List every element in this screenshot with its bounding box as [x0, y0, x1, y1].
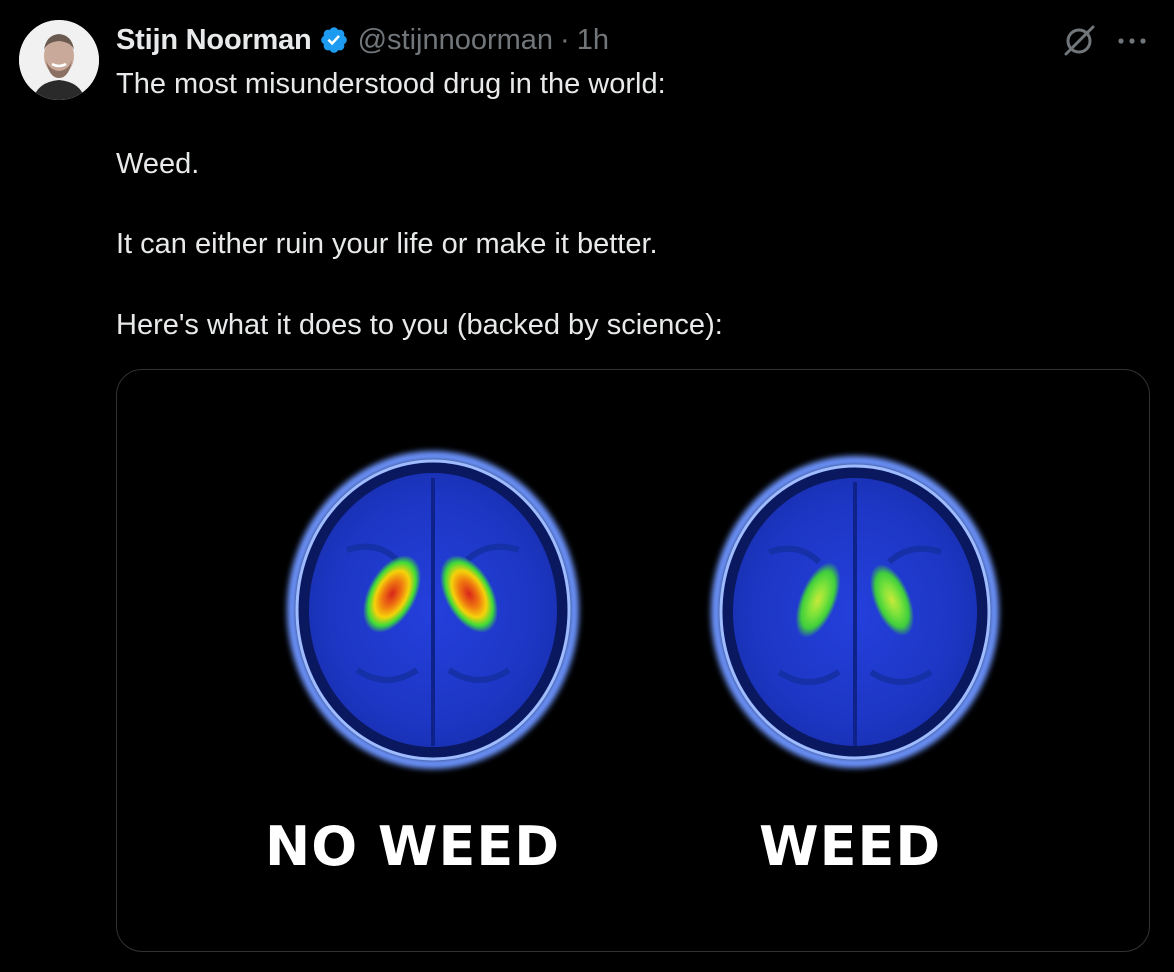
author-display-name[interactable]: Stijn Noorman — [116, 24, 312, 57]
avatar-portrait — [19, 20, 99, 100]
tweet-text-line: It can either ruin your life or make it … — [116, 228, 658, 260]
author-handle[interactable]: @stijnnoorman — [358, 24, 553, 57]
header-separator: · — [560, 23, 570, 56]
brain-scan-no-weed — [287, 451, 579, 769]
weed-label: WEED — [759, 815, 942, 878]
tweet-card: Stijn Noorman @stijnnoorman · 1h The mos… — [0, 0, 1174, 972]
verified-badge-icon[interactable] — [319, 25, 349, 55]
no-weed-label: NO WEED — [265, 815, 561, 878]
tweet-media-image[interactable]: NO WEED WEED — [116, 369, 1150, 952]
tweet-text-line: Weed. — [116, 148, 200, 180]
more-options-icon[interactable] — [1115, 28, 1149, 54]
tweet-text-line: Here's what it does to you (backed by sc… — [116, 309, 723, 341]
tweet-timestamp[interactable]: 1h — [577, 24, 609, 57]
tweet-header: Stijn Noorman @stijnnoorman · 1h — [116, 20, 609, 60]
author-avatar[interactable] — [19, 20, 99, 100]
brain-scan-weed — [711, 456, 999, 768]
grok-icon[interactable] — [1060, 22, 1098, 60]
tweet-text-line: The most misunderstood drug in the world… — [116, 68, 666, 100]
